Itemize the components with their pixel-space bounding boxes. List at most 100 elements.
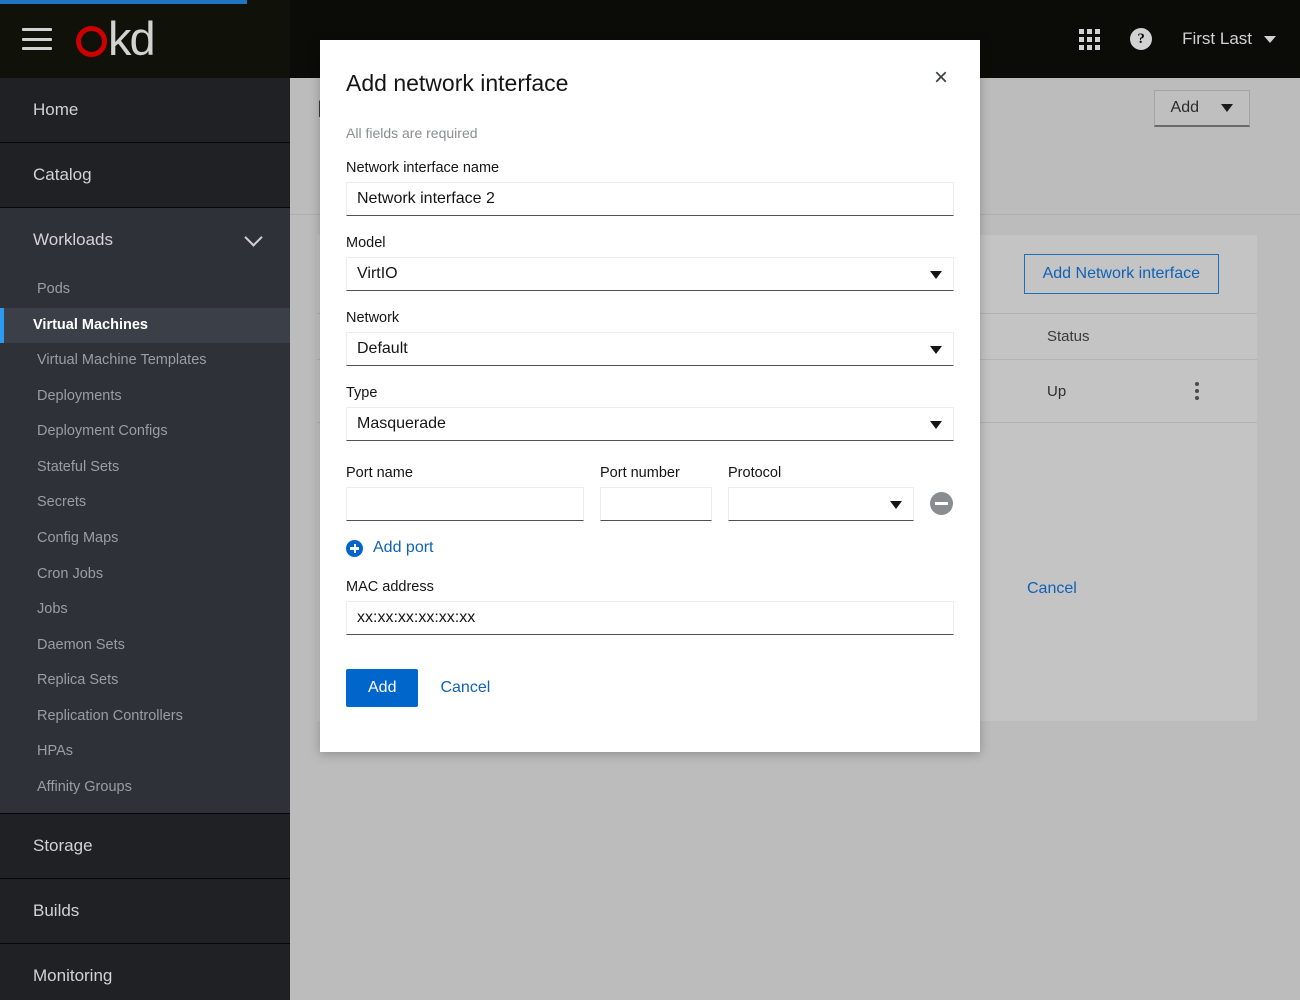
- label-network: Network: [346, 310, 400, 326]
- sidebar-item-jobs[interactable]: Jobs: [0, 592, 290, 628]
- modal-footer: Add Cancel: [346, 669, 954, 707]
- modal-cancel-button[interactable]: Cancel: [440, 679, 490, 697]
- label-type: Type: [346, 385, 378, 401]
- hamburger-icon[interactable]: [22, 28, 52, 50]
- sidebar-item-pods[interactable]: Pods: [0, 272, 290, 308]
- close-icon[interactable]: ×: [928, 64, 954, 92]
- sidebar-item-label: Config Maps: [37, 529, 119, 546]
- sidebar-item-hpas[interactable]: HPAs: [0, 734, 290, 770]
- sidebar-item-label: Replication Controllers: [37, 707, 183, 724]
- sidebar-item-builds[interactable]: Builds: [0, 879, 290, 945]
- sidebar-item-workloads[interactable]: Workloads: [0, 208, 290, 272]
- chevron-down-icon: [1264, 35, 1276, 43]
- add-port-button[interactable]: Add port: [346, 539, 433, 557]
- plus-circle-icon: [346, 539, 363, 557]
- card-cancel-link[interactable]: Cancel: [1027, 580, 1077, 598]
- label-model: Model: [346, 235, 386, 251]
- field-port-number: Port number: [600, 465, 712, 521]
- add-port-label: Add port: [373, 539, 434, 556]
- chevron-down-icon: [1221, 104, 1233, 112]
- add-network-interface-button[interactable]: Add Network interface: [1023, 254, 1219, 294]
- sidebar-item-virtual-machines[interactable]: Virtual Machines: [0, 307, 290, 344]
- sidebar-item-label: Jobs: [37, 601, 68, 618]
- mac-address-input[interactable]: [346, 601, 954, 635]
- sidebar-nav[interactable]: Home Catalog Workloads Pods Virtual Mach…: [0, 78, 290, 1000]
- kebab-menu-icon[interactable]: [1187, 382, 1207, 400]
- field-network: Network: [346, 310, 954, 366]
- sidebar-item-affinity-groups[interactable]: Affinity Groups: [0, 770, 290, 806]
- sidebar-item-label: Virtual Machine Templates: [37, 352, 207, 369]
- label-network-interface-name: Network interface name: [346, 160, 500, 176]
- sidebar-item-label: Builds: [33, 901, 80, 921]
- label-mac-address: MAC address: [346, 579, 434, 595]
- sidebar-item-home[interactable]: Home: [0, 78, 290, 143]
- cell-status: Up: [1037, 359, 1177, 423]
- port-number-input[interactable]: [600, 487, 712, 521]
- page-load-progress-track: [0, 0, 1300, 4]
- field-protocol: Protocol: [728, 465, 914, 521]
- chevron-down-icon: [244, 227, 263, 247]
- sidebar-item-secrets[interactable]: Secrets: [0, 485, 290, 521]
- sidebar-item-deployments[interactable]: Deployments: [0, 379, 290, 415]
- submit-add-button[interactable]: Add: [346, 669, 419, 707]
- grid-apps-icon[interactable]: [1079, 28, 1101, 50]
- add-dropdown-button[interactable]: Add: [1153, 90, 1250, 127]
- page-load-progress-fill: [0, 0, 247, 4]
- sidebar-item-catalog[interactable]: Catalog: [0, 143, 290, 208]
- field-network-interface-name: Network interface name: [346, 160, 954, 216]
- sidebar-item-deployment-configs[interactable]: Deployment Configs: [0, 414, 290, 450]
- sidebar-group-workloads: Workloads Pods Virtual Machines Virtual …: [0, 208, 290, 815]
- sidebar-item-virtual-machine-templates[interactable]: Virtual Machine Templates: [0, 343, 290, 379]
- logo-o-ring-icon: [76, 26, 107, 57]
- sidebar-item-label: Replica Sets: [37, 672, 119, 689]
- okd-logo[interactable]: kd: [76, 12, 156, 65]
- sidebar-item-label: Affinity Groups: [37, 778, 132, 795]
- sidebar-item-label: Secrets: [37, 494, 87, 511]
- sidebar-item-cron-jobs[interactable]: Cron Jobs: [0, 557, 290, 593]
- required-fields-note: All fields are required: [346, 125, 478, 141]
- network-interface-name-input[interactable]: [346, 182, 954, 216]
- user-menu[interactable]: First Last: [1182, 29, 1276, 49]
- model-select[interactable]: [346, 257, 954, 291]
- field-type: Type: [346, 385, 954, 441]
- modal-title: Add network interface: [346, 70, 569, 96]
- sidebar-item-replication-controllers[interactable]: Replication Controllers: [0, 699, 290, 735]
- protocol-select[interactable]: [728, 487, 914, 521]
- column-header-status: Status: [1037, 313, 1177, 360]
- modal-header: Add network interface ×: [346, 40, 954, 97]
- field-mac-address: MAC address: [346, 579, 954, 635]
- help-circle-icon[interactable]: ?: [1130, 28, 1153, 50]
- user-name-label: First Last: [1182, 29, 1252, 48]
- sidebar-item-label: Monitoring: [33, 966, 113, 986]
- sidebar-item-label: Workloads: [33, 230, 113, 249]
- logo-kd-text: kd: [108, 12, 156, 65]
- masthead-brand-area: kd: [0, 0, 290, 78]
- minus-circle-icon[interactable]: [930, 492, 953, 515]
- add-dropdown-label: Add: [1170, 99, 1199, 116]
- sidebar-item-label: Daemon Sets: [37, 636, 125, 653]
- sidebar-item-stateful-sets[interactable]: Stateful Sets: [0, 450, 290, 486]
- sidebar-item-label: Catalog: [33, 165, 92, 184]
- sidebar-item-replica-sets[interactable]: Replica Sets: [0, 663, 290, 699]
- sidebar-item-label: Deployment Configs: [37, 423, 168, 440]
- port-row: Port name Port number Protocol: [346, 465, 954, 521]
- network-select[interactable]: [346, 332, 954, 366]
- label-port-number: Port number: [600, 465, 680, 481]
- sidebar-item-storage[interactable]: Storage: [0, 814, 290, 880]
- sidebar-subnav-workloads: Pods Virtual Machines Virtual Machine Te…: [0, 272, 290, 814]
- column-header-actions: [1177, 313, 1257, 360]
- port-name-input[interactable]: [346, 487, 584, 521]
- field-port-name: Port name: [346, 465, 584, 521]
- sidebar-item-label: HPAs: [37, 743, 73, 760]
- sidebar-item-label: Pods: [37, 281, 71, 297]
- cell-actions: [1177, 359, 1257, 423]
- sidebar-item-label: Deployments: [37, 387, 122, 404]
- sidebar-item-label: Stateful Sets: [37, 458, 120, 475]
- sidebar-item-daemon-sets[interactable]: Daemon Sets: [0, 628, 290, 664]
- sidebar-item-config-maps[interactable]: Config Maps: [0, 521, 290, 557]
- app-root: kd ? First Last Home Catalog Workloads P…: [0, 0, 1300, 1000]
- sidebar-item-label: Storage: [33, 836, 93, 856]
- type-select[interactable]: [346, 407, 954, 441]
- sidebar-item-label: Cron Jobs: [37, 565, 104, 582]
- sidebar-item-monitoring[interactable]: Monitoring: [0, 944, 290, 1000]
